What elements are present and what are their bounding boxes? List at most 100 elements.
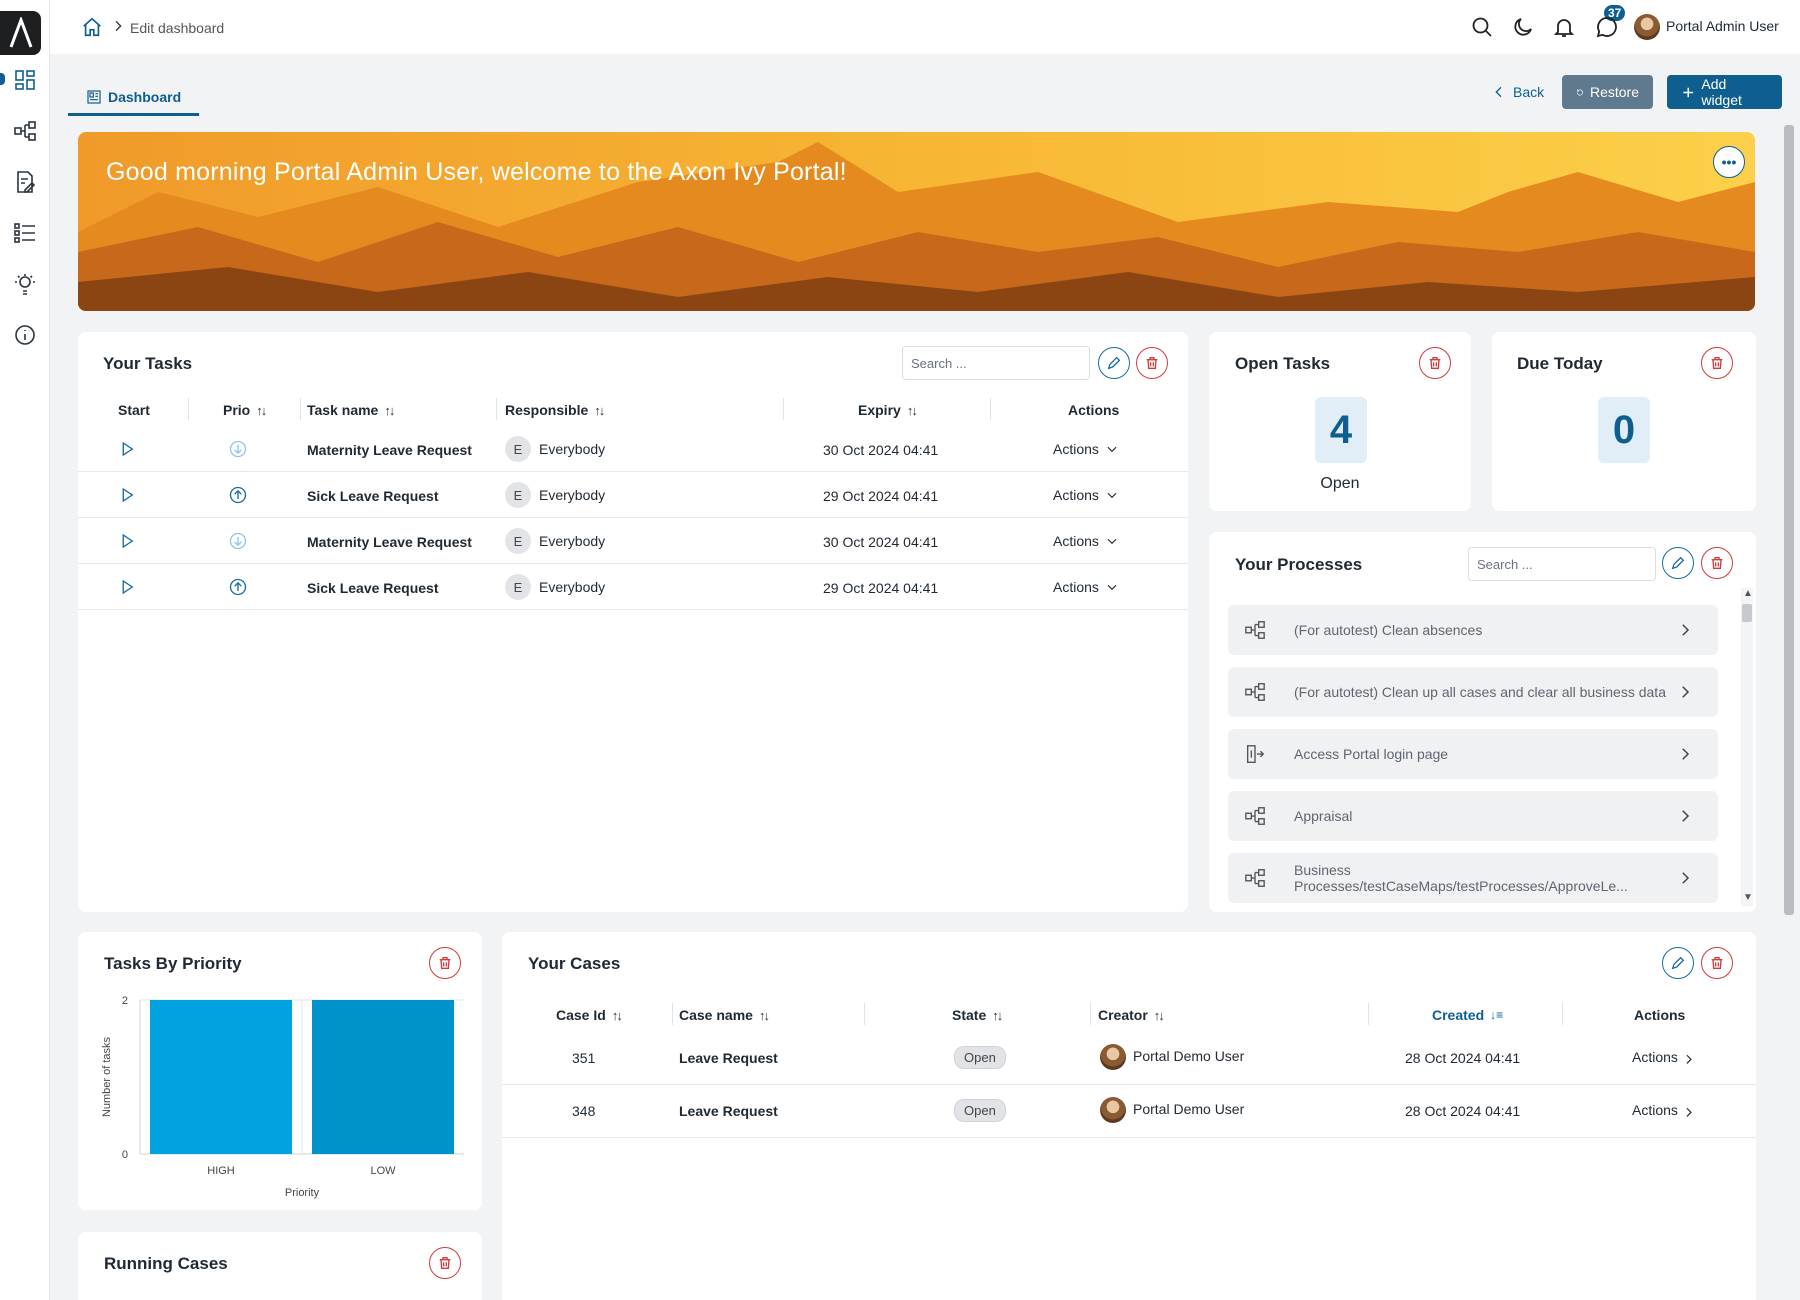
table-row[interactable]: 348 Leave Request Open Portal Demo User 28 O… <box>502 1085 1756 1138</box>
chevron-right-icon <box>110 18 126 34</box>
col-responsible[interactable]: Responsible ↑↓ <box>505 402 605 418</box>
col-case-name[interactable]: Case name ↑↓ <box>679 1007 770 1023</box>
sort-icon: ↑↓ <box>992 1007 1003 1023</box>
start-task-icon[interactable] <box>118 578 136 596</box>
delete-widget-button[interactable] <box>429 1247 461 1279</box>
edit-widget-button[interactable] <box>1662 547 1694 579</box>
process-item[interactable]: Appraisal <box>1228 791 1718 841</box>
info-icon[interactable] <box>13 323 37 347</box>
search-icon[interactable] <box>1470 15 1494 39</box>
table-row[interactable]: 351 Leave Request Open Portal Demo User 28 O… <box>502 1032 1756 1085</box>
process-item[interactable]: Business Processes/testCaseMaps/testProc… <box>1228 853 1718 903</box>
edit-widget-button[interactable] <box>1098 347 1130 379</box>
edit-widget-button[interactable] <box>1662 947 1694 979</box>
trash-icon <box>1711 557 1723 569</box>
task-actions-dropdown[interactable]: Actions <box>1053 487 1119 503</box>
task-name[interactable]: Maternity Leave Request <box>307 442 472 458</box>
scroll-down-icon[interactable]: ▼ <box>1743 892 1753 903</box>
delete-widget-button[interactable] <box>1701 947 1733 979</box>
tab-dashboard[interactable]: Dashboard <box>68 80 200 116</box>
chevron-down-icon <box>1105 534 1119 548</box>
chevron-left-icon <box>1495 86 1502 98</box>
home-icon[interactable] <box>81 16 103 38</box>
task-actions-dropdown[interactable]: Actions <box>1053 441 1119 457</box>
col-created[interactable]: Created ↓≡ <box>1432 1007 1503 1023</box>
delete-widget-button[interactable] <box>1701 547 1733 579</box>
notification-bell-icon[interactable] <box>1552 15 1576 39</box>
cases-icon[interactable] <box>13 221 37 245</box>
task-name[interactable]: Sick Leave Request <box>307 488 439 504</box>
page-scrollbar-thumb[interactable] <box>1784 125 1794 915</box>
user-name[interactable]: Portal Admin User <box>1666 18 1779 34</box>
trash-icon <box>1429 357 1441 369</box>
col-case-name-label: Case name <box>679 1007 753 1023</box>
col-start: Start <box>118 402 150 418</box>
widget-title: Due Today <box>1517 354 1603 373</box>
tasks-icon[interactable] <box>13 170 37 194</box>
y-tick-label: 2 <box>122 995 128 1007</box>
case-name[interactable]: Leave Request <box>679 1050 778 1066</box>
process-item[interactable]: (For autotest) Clean absences <box>1228 605 1718 655</box>
back-button[interactable]: Back <box>1483 75 1552 109</box>
trash-icon <box>439 1257 451 1269</box>
col-separator <box>990 398 991 420</box>
priority-bar-chart: 0 2 HIGH LOW Priority Number of tasks <box>101 995 464 1199</box>
dark-mode-icon[interactable] <box>1511 15 1535 39</box>
axon-ivy-logo[interactable] <box>0 11 41 55</box>
task-name[interactable]: Sick Leave Request <box>307 580 439 596</box>
task-actions-dropdown[interactable]: Actions <box>1053 579 1119 595</box>
delete-widget-button[interactable] <box>1136 347 1168 379</box>
process-icon <box>1244 681 1266 703</box>
delete-widget-button[interactable] <box>1419 347 1451 379</box>
col-separator <box>300 398 301 420</box>
pencil-icon <box>1671 556 1685 570</box>
open-tasks-count[interactable]: 4 <box>1315 397 1367 463</box>
creator-name: Portal Demo User <box>1133 1101 1245 1117</box>
case-name[interactable]: Leave Request <box>679 1103 778 1119</box>
start-task-icon[interactable] <box>118 440 136 458</box>
scrollbar-thumb[interactable] <box>1742 604 1752 622</box>
case-actions-dropdown[interactable]: Actions <box>1632 1049 1698 1065</box>
col-prio[interactable]: Prio ↑↓ <box>223 402 267 418</box>
dashboard-icon[interactable] <box>13 68 37 92</box>
delete-widget-button[interactable] <box>429 947 461 979</box>
restore-button[interactable]: Restore <box>1562 75 1653 109</box>
sort-icon: ↑↓ <box>594 402 605 418</box>
col-responsible-label: Responsible <box>505 402 589 418</box>
col-task-name-label: Task name <box>307 402 379 418</box>
due-today-count[interactable]: 0 <box>1598 397 1650 463</box>
col-creator[interactable]: Creator ↑↓ <box>1098 1007 1165 1023</box>
welcome-banner: Good morning Portal Admin User, welcome … <box>78 132 1755 311</box>
col-task-name[interactable]: Task name ↑↓ <box>307 402 395 418</box>
start-task-icon[interactable] <box>118 486 136 504</box>
process-list-scrollbar[interactable]: ▲ ▼ <box>1741 588 1753 906</box>
bar-low <box>312 1000 454 1154</box>
start-task-icon[interactable] <box>118 532 136 550</box>
priority-high-icon <box>228 485 248 505</box>
processes-icon[interactable] <box>13 119 37 143</box>
process-item[interactable]: (For autotest) Clean up all cases and cl… <box>1228 667 1718 717</box>
delete-widget-button[interactable] <box>1701 347 1733 379</box>
task-expiry: 30 Oct 2024 04:41 <box>823 534 939 550</box>
col-expiry[interactable]: Expiry ↑↓ <box>858 402 918 418</box>
col-state[interactable]: State ↑↓ <box>952 1007 1003 1023</box>
trash-icon <box>439 957 451 969</box>
col-state-label: State <box>952 1007 987 1023</box>
widget-title: Your Tasks <box>103 354 193 373</box>
process-item[interactable]: Access Portal login page <box>1228 729 1718 779</box>
banner-more-button[interactable]: ••• <box>1713 146 1745 178</box>
chat-icon[interactable] <box>1595 15 1619 39</box>
process-search-input[interactable]: Search ... <box>1468 547 1656 581</box>
add-widget-label: Add widget <box>1701 76 1742 108</box>
user-avatar[interactable] <box>1634 14 1660 40</box>
case-actions-dropdown[interactable]: Actions <box>1632 1102 1698 1118</box>
task-search-input[interactable]: Search ... <box>902 346 1090 380</box>
scroll-up-icon[interactable]: ▲ <box>1743 588 1753 599</box>
sort-icon: ↑↓ <box>256 402 267 418</box>
task-name[interactable]: Maternity Leave Request <box>307 534 472 550</box>
case-state-badge: Open <box>954 1099 1006 1122</box>
statistics-icon[interactable] <box>13 272 37 296</box>
add-widget-button[interactable]: Add widget <box>1667 75 1782 109</box>
task-actions-dropdown[interactable]: Actions <box>1053 533 1119 549</box>
col-case-id[interactable]: Case Id ↑↓ <box>556 1007 623 1023</box>
